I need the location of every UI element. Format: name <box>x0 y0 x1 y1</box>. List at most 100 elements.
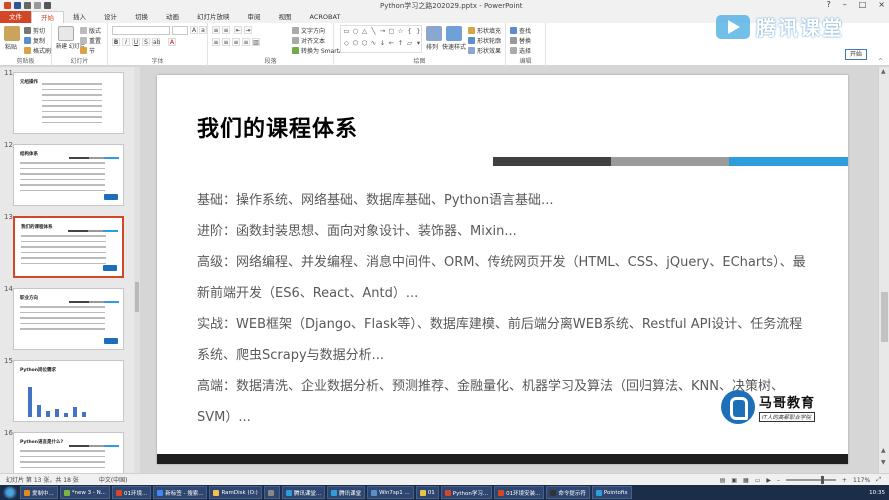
text-direction-button[interactable]: 文字方向 <box>292 26 325 35</box>
collapse-ribbon-icon[interactable]: ^ <box>878 58 883 65</box>
tab-transitions[interactable]: 切换 <box>126 11 157 23</box>
paste-icon[interactable] <box>4 26 20 41</box>
replace-button[interactable]: 替换 <box>510 36 531 45</box>
font-size-select[interactable] <box>172 26 188 35</box>
shrink-font-button[interactable]: a <box>199 26 207 34</box>
slide-thumbnail[interactable]: 职业方向 <box>13 288 124 350</box>
line-shape-icon[interactable]: ╲ <box>369 27 378 39</box>
rounded-rect-shape-icon[interactable]: ▢ <box>387 27 396 39</box>
taskbar-item[interactable]: 命令提示符 <box>546 486 590 499</box>
language-indicator[interactable]: 中文(中国) <box>99 475 128 484</box>
brace-shape-icon[interactable]: { <box>405 27 414 39</box>
tab-slideshow[interactable]: 幻灯片放映 <box>188 11 239 23</box>
format-painter-button[interactable]: 格式刷 <box>24 46 51 55</box>
copy-button[interactable]: 复制 <box>24 36 45 45</box>
quick-styles-button[interactable]: 快速样式 <box>442 42 466 51</box>
more-shapes-icon[interactable]: ▾ <box>414 39 423 51</box>
italic-button[interactable]: I <box>122 38 130 46</box>
triangle-shape-icon[interactable]: △ <box>360 27 369 39</box>
taskbar-item[interactable]: 腾讯课堂 <box>327 486 366 499</box>
tab-home[interactable]: 开始 <box>31 11 64 23</box>
windows-start-icon[interactable] <box>2 486 18 499</box>
taskbar-item[interactable]: 爱制中... <box>20 486 58 499</box>
diamond-shape-icon[interactable]: ◇ <box>342 39 351 51</box>
slide-heading[interactable]: 我们的课程体系 <box>197 111 358 143</box>
reading-view-icon[interactable]: ▭ <box>755 477 761 484</box>
curve-shape-icon[interactable]: ∿ <box>369 39 378 51</box>
font-color-button[interactable]: A <box>168 38 176 46</box>
zoom-in-icon[interactable]: + <box>842 477 847 484</box>
left-arrow-shape-icon[interactable]: ← <box>387 39 396 51</box>
tab-insert[interactable]: 插入 <box>64 11 95 23</box>
cut-button[interactable]: 剪切 <box>24 26 45 35</box>
close-button[interactable]: × <box>878 0 885 9</box>
notes-icon[interactable]: ▤ <box>720 477 726 484</box>
rectangle-shape-icon[interactable]: ▭ <box>342 27 351 39</box>
oval-shape-icon[interactable]: ○ <box>351 27 360 39</box>
taskbar-item[interactable]: *new 3 - N... <box>59 486 110 499</box>
taskbar-item[interactable]: 01环境... <box>111 486 152 499</box>
shadow-button[interactable]: S <box>142 38 150 46</box>
slide-thumbnail-selected[interactable]: 我们的课程体系 <box>13 216 124 278</box>
align-right-button[interactable]: ≡ <box>232 38 240 46</box>
down-arrow-shape-icon[interactable]: ↓ <box>378 39 387 51</box>
shapes-gallery[interactable]: ▭ ○ △ ╲ → ▢ ☆{} ◇ ⬠ ⬡ ∿ ↓ ← ↑ ▱ ▾ <box>340 25 422 53</box>
align-center-button[interactable]: ≡ <box>222 38 230 46</box>
minimize-button[interactable]: – <box>843 0 847 9</box>
callout-shape-icon[interactable]: ▱ <box>405 39 414 51</box>
decrease-indent-button[interactable]: ⇤ <box>234 26 242 34</box>
shape-outline-button[interactable]: 形状轮廓 <box>468 36 501 45</box>
shape-effects-button[interactable]: 形状效果 <box>468 46 501 55</box>
paste-button[interactable]: 粘贴 <box>5 42 17 51</box>
columns-button[interactable]: ▥ <box>252 38 260 46</box>
slide-scrollbar[interactable]: ▲ ▲ ▼ <box>878 67 889 473</box>
new-slide-icon[interactable] <box>58 26 74 41</box>
arrange-button[interactable]: 排列 <box>426 42 438 51</box>
taskbar-item[interactable]: 腾讯课堂... <box>281 486 326 499</box>
taskbar-item[interactable]: 新标签 - 搜索... <box>153 486 208 499</box>
align-left-button[interactable]: ≡ <box>212 38 220 46</box>
justify-button[interactable]: ≡ <box>242 38 250 46</box>
tab-file[interactable]: 文件 <box>0 11 31 23</box>
quick-styles-icon[interactable] <box>446 26 462 41</box>
bullets-button[interactable]: ≡ <box>212 26 220 34</box>
strikethrough-button[interactable]: ab <box>152 38 161 46</box>
arrange-icon[interactable] <box>426 26 442 41</box>
slide-thumbnail[interactable]: 结构体系 <box>13 144 124 206</box>
section-button[interactable]: 节 <box>80 46 95 55</box>
star-shape-icon[interactable]: ☆ <box>396 27 405 39</box>
slide-thumbnail[interactable]: Python语言是什么? <box>13 432 124 473</box>
bold-button[interactable]: B <box>112 38 120 46</box>
redo-icon[interactable] <box>34 2 41 9</box>
taskbar-item[interactable]: 01环境安装... <box>494 486 545 499</box>
start-button[interactable]: 开始 <box>845 49 867 60</box>
save-icon[interactable] <box>14 2 21 9</box>
prev-slide-icon[interactable]: ▲ <box>881 447 886 454</box>
increase-indent-button[interactable]: ⇥ <box>244 26 252 34</box>
font-name-select[interactable] <box>112 26 170 35</box>
slide-thumbnail[interactable]: Python岗位需求 <box>13 360 124 422</box>
zoom-slider[interactable] <box>786 476 836 484</box>
system-clock[interactable]: 10:35 <box>869 490 885 496</box>
taskbar-item[interactable]: Win7sp1 ... <box>367 486 414 499</box>
present-icon[interactable] <box>44 2 51 9</box>
layout-button[interactable]: 版式 <box>80 26 101 35</box>
zoom-level[interactable]: 117% <box>853 477 870 484</box>
normal-view-icon[interactable]: ▣ <box>731 477 737 484</box>
slide-thumbnail[interactable]: 元组操作 <box>13 72 124 134</box>
arrow-shape-icon[interactable]: → <box>378 27 387 39</box>
maximize-button[interactable]: □ <box>859 0 867 9</box>
tab-acrobat[interactable]: ACROBAT <box>301 11 350 23</box>
slide-scroll-thumb[interactable] <box>881 292 888 342</box>
taskbar-item[interactable]: Pointofix <box>591 486 632 499</box>
underline-button[interactable]: U <box>132 38 140 46</box>
select-button[interactable]: 选择 <box>510 46 531 55</box>
align-text-button[interactable]: 对齐文本 <box>292 36 325 45</box>
tab-review[interactable]: 审阅 <box>239 11 270 23</box>
brace-close-shape-icon[interactable]: } <box>414 27 423 39</box>
hexagon-shape-icon[interactable]: ⬡ <box>360 39 369 51</box>
find-button[interactable]: 查找 <box>510 26 531 35</box>
zoom-out-icon[interactable]: – <box>777 477 780 484</box>
tab-design[interactable]: 设计 <box>95 11 126 23</box>
taskbar-item[interactable]: RamDisk (O:) <box>209 486 262 499</box>
